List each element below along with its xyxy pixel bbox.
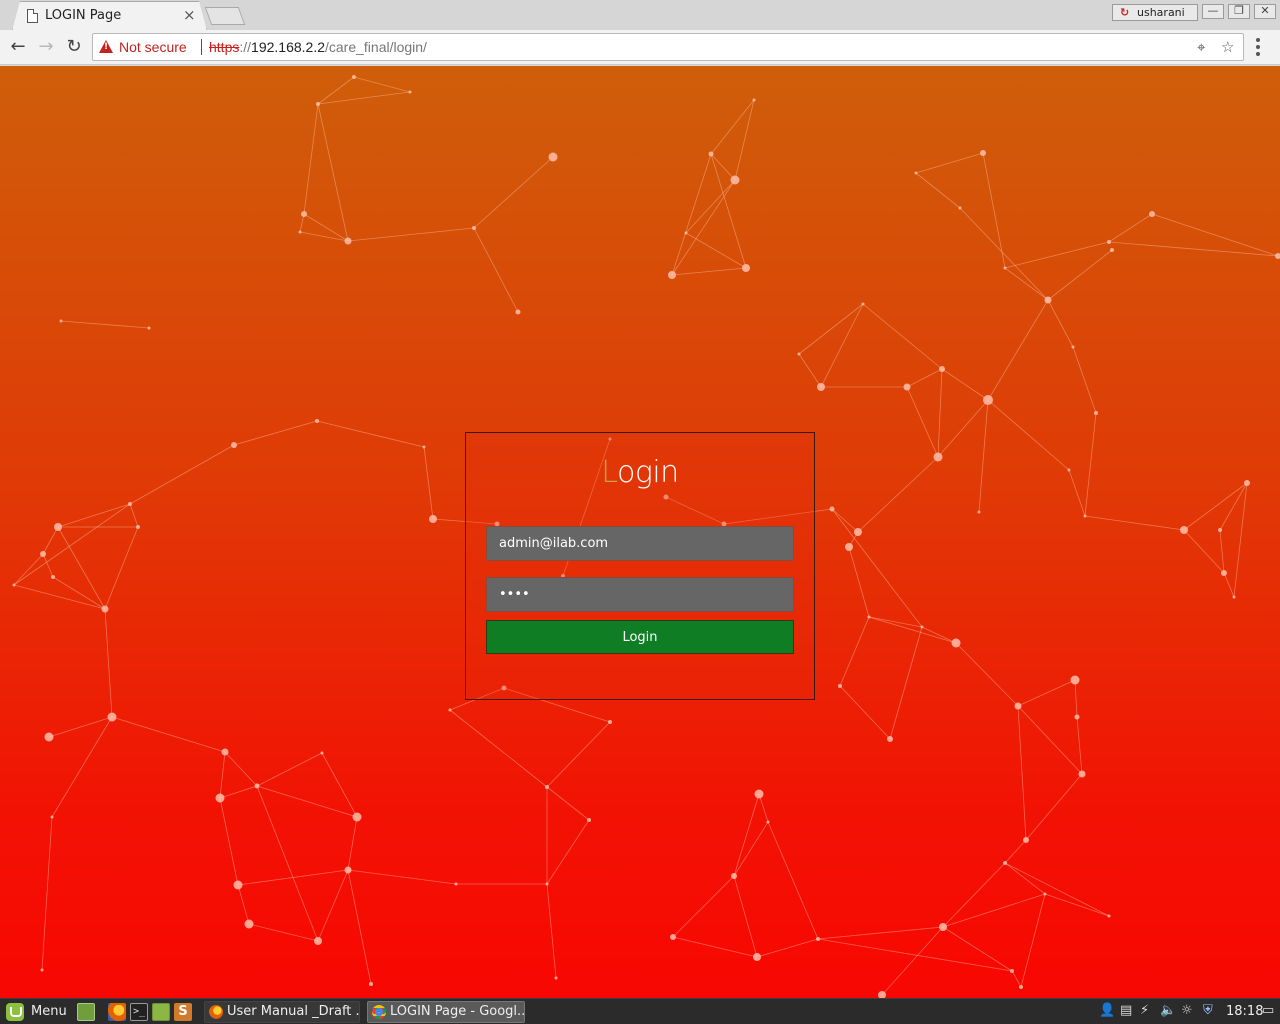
location-icon[interactable]: ⌖ xyxy=(1197,38,1205,56)
browser-toolbar: ← → ↻ Not secure https://192.168.2.2/car… xyxy=(0,30,1280,65)
minimize-button[interactable]: — xyxy=(1202,4,1224,19)
url-separator: :// xyxy=(239,39,252,55)
profile-sync-icon: ↻ xyxy=(1120,6,1130,19)
network-icon[interactable]: ⚡ xyxy=(1140,1003,1149,1018)
user-icon[interactable]: 👤 xyxy=(1099,1003,1115,1018)
profile-name: usharani xyxy=(1137,6,1185,19)
security-indicator[interactable]: Not secure xyxy=(119,39,187,55)
sublime-icon[interactable]: S xyxy=(174,1003,192,1021)
address-bar[interactable]: Not secure https://192.168.2.2/care_fina… xyxy=(92,33,1244,61)
clipboard-icon[interactable]: ▤ xyxy=(1120,1003,1132,1018)
files-icon[interactable] xyxy=(152,1003,170,1021)
tab-close-icon[interactable]: × xyxy=(183,6,196,24)
profile-button[interactable]: ↻ usharani xyxy=(1112,4,1198,21)
close-window-button[interactable]: ✕ xyxy=(1254,4,1276,19)
url-host: 192.168.2.2 xyxy=(251,39,325,55)
login-title-rest: ogin xyxy=(616,455,679,490)
firefox-icon[interactable] xyxy=(108,1003,126,1021)
url-scheme: https xyxy=(209,39,240,55)
email-input[interactable] xyxy=(486,526,794,561)
taskbar-item-label: User Manual _Draft ... xyxy=(227,1004,360,1019)
url-path: /care_final/login/ xyxy=(325,39,427,55)
taskbar-item-user-manual[interactable]: User Manual _Draft ... xyxy=(204,1001,360,1023)
back-button[interactable]: ← xyxy=(6,35,30,59)
page-viewport: Login Login xyxy=(0,66,1280,998)
login-title-first-letter: L xyxy=(601,455,617,490)
browser-menu-icon[interactable] xyxy=(1256,38,1260,59)
url-text[interactable]: https://192.168.2.2/care_final/login/ xyxy=(209,39,427,55)
shield-icon[interactable]: ⛨ xyxy=(1203,1003,1213,1018)
terminal-icon[interactable]: >_ xyxy=(130,1003,148,1021)
bookmark-star-icon[interactable]: ☆ xyxy=(1221,38,1234,56)
new-tab-button[interactable] xyxy=(204,7,246,25)
brightness-icon[interactable]: ☼ xyxy=(1181,1003,1193,1018)
reload-button[interactable]: ↻ xyxy=(62,35,86,59)
taskbar-item-label: LOGIN Page - Googl... xyxy=(390,1004,525,1019)
volume-icon[interactable]: 🔈 xyxy=(1160,1003,1176,1018)
forward-button[interactable]: → xyxy=(34,35,58,59)
password-input[interactable] xyxy=(486,577,794,612)
menu-button[interactable]: Menu xyxy=(31,1004,67,1019)
display-icon[interactable]: ▭ xyxy=(1262,1003,1274,1018)
warning-icon[interactable] xyxy=(99,40,113,53)
tab-strip: LOGIN Page × ↻ usharani — ❐ ✕ xyxy=(0,0,1280,31)
tab-login-page[interactable]: LOGIN Page × xyxy=(12,1,207,31)
show-desktop-icon[interactable] xyxy=(77,1003,95,1021)
tab-title: LOGIN Page xyxy=(45,8,122,23)
restore-button[interactable]: ❐ xyxy=(1228,4,1250,19)
taskbar-item-login-page[interactable]: LOGIN Page - Googl... xyxy=(367,1001,525,1023)
omnibox-divider xyxy=(201,39,202,55)
login-title: Login xyxy=(466,455,814,490)
firefox-icon xyxy=(209,1005,223,1019)
mint-menu-icon[interactable] xyxy=(6,1003,24,1021)
chrome-icon xyxy=(372,1005,386,1019)
page-icon xyxy=(27,9,38,23)
login-form: Login Login xyxy=(465,432,815,700)
clock[interactable]: 18:18 xyxy=(1226,1004,1263,1019)
taskbar: Menu >_ S User Manual _Draft ... LOGIN P… xyxy=(0,998,1280,1024)
login-button[interactable]: Login xyxy=(486,620,794,654)
